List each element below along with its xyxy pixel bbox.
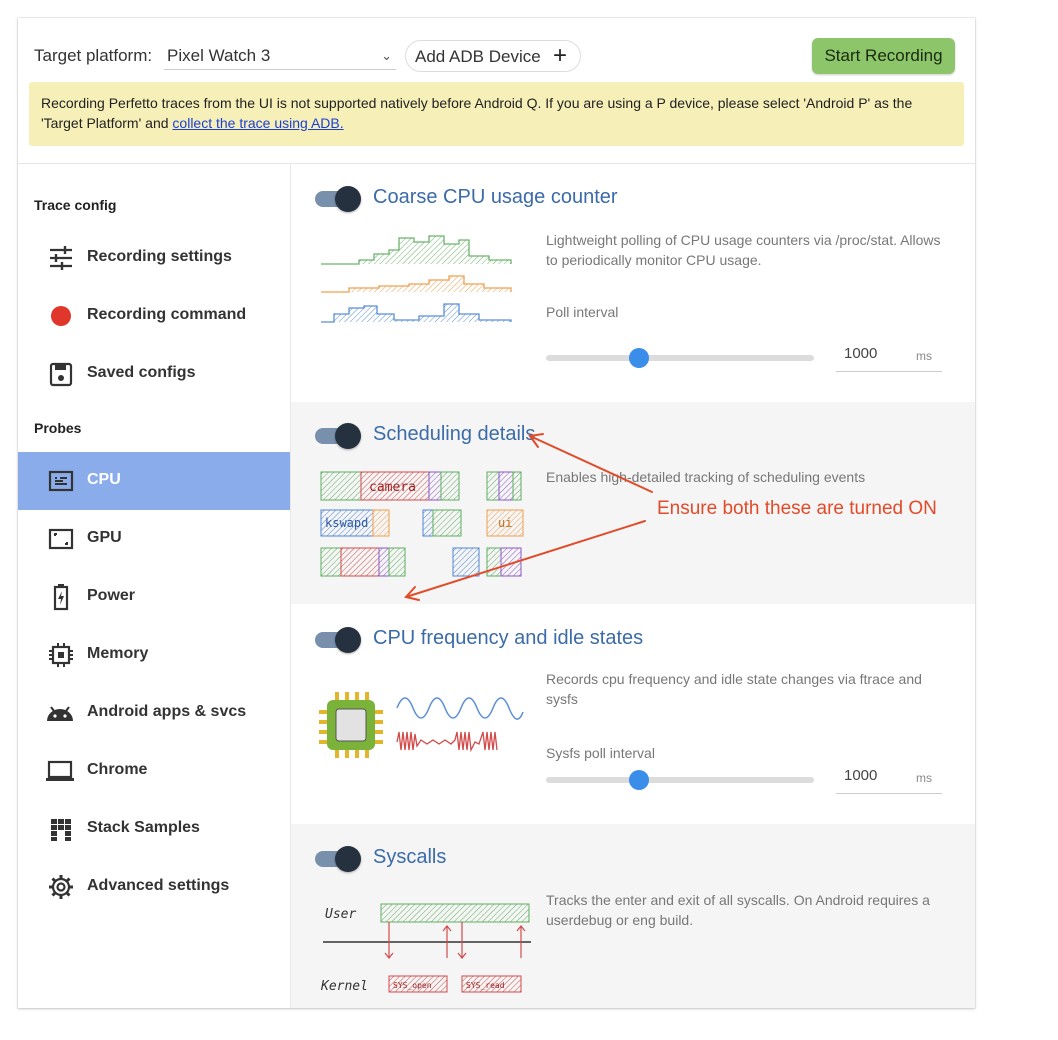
- probes-panel: Coarse CPU usage counter Lightweight pol…: [291, 164, 975, 1008]
- android-icon: [47, 706, 73, 721]
- poll-interval-input[interactable]: 1000 ms: [836, 338, 942, 372]
- sidebar-item-label: CPU: [87, 471, 121, 488]
- poll-interval-unit: ms: [916, 349, 932, 363]
- sidebar-item-recording-command[interactable]: Recording command: [18, 287, 290, 345]
- sidebar-item-label: Recording command: [87, 306, 247, 323]
- target-platform-value: Pixel Watch 3: [167, 46, 271, 65]
- target-platform-label: Target platform:: [34, 46, 153, 65]
- sysfs-poll-interval-slider[interactable]: [546, 769, 814, 790]
- sidebar-item-saved-configs[interactable]: Saved configs: [18, 345, 290, 403]
- chevron-down-icon: ⌄: [381, 48, 392, 63]
- sidebar-item-label: Chrome: [87, 761, 148, 778]
- probe-title: Scheduling details: [373, 423, 536, 445]
- scheduling-illustration: camera kswapd ui: [320, 471, 524, 577]
- sidebar-item-memory[interactable]: Memory: [18, 626, 290, 684]
- sidebar-item-label: Recording settings: [87, 248, 232, 265]
- cpu-icon: [48, 470, 74, 492]
- probe-title: Syscalls: [373, 846, 447, 868]
- sysfs-poll-interval-unit: ms: [916, 771, 932, 785]
- plus-icon: +: [552, 42, 567, 69]
- sysfs-poll-interval-label: Sysfs poll interval: [546, 745, 655, 761]
- probe-description: Records cpu frequency and idle state cha…: [546, 671, 922, 707]
- sysfs-poll-interval-input[interactable]: 1000 ms: [836, 760, 942, 794]
- sidebar-item-label: Power: [87, 587, 136, 604]
- sidebar-item-label: Saved configs: [87, 364, 196, 381]
- start-recording-button[interactable]: Start Recording: [812, 38, 955, 74]
- poll-interval-value: 1000: [844, 345, 878, 362]
- header: Target platform: Pixel Watch 3 ⌄ Add ADB…: [18, 18, 975, 164]
- probe-description: Tracks the enter and exit of all syscall…: [546, 892, 930, 928]
- sidebar-item-recording-settings[interactable]: Recording settings: [18, 229, 290, 287]
- probes-title: Probes: [34, 420, 82, 436]
- sidebar-item-label: Advanced settings: [87, 877, 230, 894]
- kernel-label: Kernel: [320, 979, 368, 994]
- probe-title: Coarse CPU usage counter: [373, 186, 618, 208]
- collect-trace-adb-link[interactable]: collect the trace using ADB.: [172, 115, 343, 131]
- stack-samples-icon: [51, 819, 71, 841]
- save-icon: [49, 362, 73, 387]
- gpu-icon: [48, 528, 74, 550]
- probe-description: Enables high-detailed tracking of schedu…: [546, 469, 866, 485]
- sidebar-item-android-apps[interactable]: Android apps & svcs: [18, 684, 290, 742]
- target-platform-select[interactable]: Pixel Watch 3 ⌄: [164, 42, 396, 70]
- gear-icon: [49, 875, 73, 899]
- scheduling-details-toggle[interactable]: [315, 423, 361, 449]
- sidebar-item-stack-samples[interactable]: Stack Samples: [18, 800, 290, 858]
- kswapd-label: kswapd: [325, 516, 368, 530]
- annotation-text: Ensure both these are turned ON: [657, 498, 937, 519]
- sidebar-item-label: GPU: [87, 529, 122, 546]
- laptop-icon: [46, 760, 74, 781]
- sidebar-item-advanced-settings[interactable]: Advanced settings: [18, 858, 290, 916]
- user-label: User: [325, 907, 356, 922]
- sidebar-item-label: Stack Samples: [87, 819, 200, 836]
- probe-description: Lightweight polling of CPU usage counter…: [546, 232, 941, 268]
- sidebar: Trace config Recording settings Recordin…: [18, 164, 291, 1008]
- sidebar-item-label: Memory: [87, 645, 149, 662]
- sysfs-poll-interval-value: 1000: [844, 767, 878, 784]
- trace-config-title: Trace config: [34, 197, 117, 213]
- cpu-usage-illustration: [321, 235, 512, 323]
- poll-interval-label: Poll interval: [546, 304, 619, 320]
- sidebar-item-cpu[interactable]: CPU: [18, 452, 290, 510]
- probe-title: CPU frequency and idle states: [373, 627, 644, 649]
- sidebar-item-chrome[interactable]: Chrome: [18, 742, 290, 800]
- memory-chip-icon: [49, 643, 73, 667]
- slider-thumb[interactable]: [629, 348, 649, 368]
- slider-thumb[interactable]: [629, 770, 649, 790]
- poll-interval-slider[interactable]: [546, 347, 814, 368]
- probe-coarse-cpu: Coarse CPU usage counter Lightweight pol…: [291, 164, 975, 384]
- syscalls-toggle[interactable]: [315, 846, 361, 872]
- coarse-cpu-toggle[interactable]: [315, 186, 361, 212]
- camera-label: camera: [369, 480, 416, 495]
- battery-icon: [53, 584, 69, 611]
- sys-read-label: SYS_read: [466, 981, 505, 990]
- sidebar-item-gpu[interactable]: GPU: [18, 510, 290, 568]
- syscalls-illustration: User Kernel SYS_open SYS_read: [320, 903, 531, 994]
- add-adb-device-button[interactable]: Add ADB Device +: [405, 40, 581, 72]
- sidebar-item-label: Android apps & svcs: [87, 703, 247, 720]
- sys-open-label: SYS_open: [393, 981, 432, 990]
- probe-syscalls: Syscalls User Kernel SYS_open SYS_read T…: [291, 824, 975, 1008]
- cpu-frequency-toggle[interactable]: [315, 627, 361, 653]
- tune-icon: [50, 246, 72, 270]
- android-q-warning: Recording Perfetto traces from the UI is…: [29, 82, 964, 146]
- probe-cpu-frequency: CPU frequency and idle states Records cp…: [291, 604, 975, 824]
- ui-label: ui: [498, 516, 512, 530]
- cpu-frequency-illustration: [319, 692, 524, 758]
- add-adb-device-label: Add ADB Device: [415, 47, 541, 66]
- sidebar-item-power[interactable]: Power: [18, 568, 290, 626]
- record-dot-icon: [51, 306, 71, 326]
